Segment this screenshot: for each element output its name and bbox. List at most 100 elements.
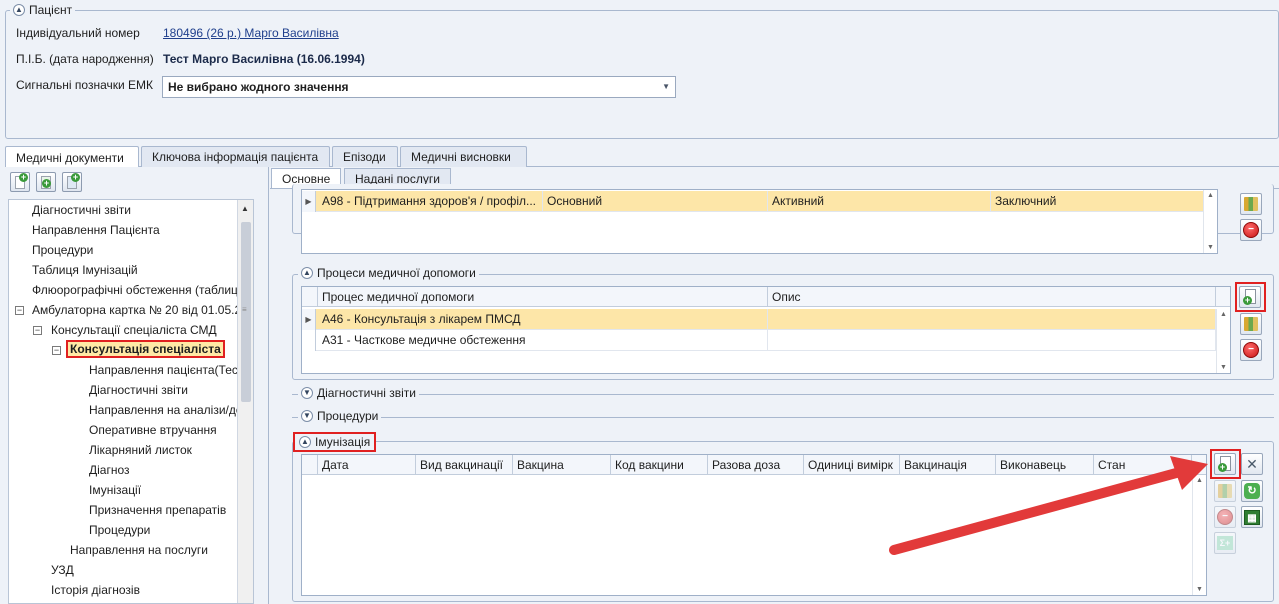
books-icon bbox=[1244, 317, 1258, 331]
diagnostic-reports-header[interactable]: ▼ Діагностичні звіти bbox=[298, 386, 419, 400]
tree-item[interactable]: Лікарняний листок bbox=[89, 443, 192, 457]
scroll-down-icon[interactable]: ▼ bbox=[1196, 586, 1203, 593]
delete-icon: − bbox=[1243, 222, 1259, 238]
documents-tree[interactable]: Діагностичні звіти Направлення Пацієнта … bbox=[8, 199, 254, 604]
scroll-down-icon[interactable]: ▼ bbox=[1207, 244, 1214, 251]
column-header[interactable]: Код вакцини bbox=[611, 455, 708, 475]
chevron-down-icon: ▼ bbox=[662, 82, 670, 91]
tree-item[interactable]: Історія діагнозів bbox=[51, 583, 140, 597]
scroll-down-icon[interactable]: ▼ bbox=[1220, 364, 1227, 371]
column-header[interactable]: Дата bbox=[318, 455, 416, 475]
delete-icon: − bbox=[1243, 342, 1259, 358]
spreadsheet-icon: ▦ bbox=[1244, 509, 1260, 525]
tree-item[interactable]: Діагноз bbox=[89, 463, 130, 477]
link-icon: ↻ bbox=[1244, 483, 1260, 499]
procedures-title: Процедури bbox=[317, 409, 379, 423]
episode-grid[interactable]: ▶ A98 - Підтримання здоров'я / профіл...… bbox=[301, 189, 1218, 254]
scroll-up-icon[interactable]: ▲ bbox=[1220, 311, 1227, 318]
collapse-node-icon[interactable]: − bbox=[33, 326, 42, 335]
immunization-title: Імунізація bbox=[315, 435, 371, 449]
row-indicator-icon: ▶ bbox=[302, 309, 316, 330]
tab-medical-conclusions[interactable]: Медичні висновки bbox=[400, 146, 527, 167]
table-cell bbox=[768, 309, 1216, 330]
link-button[interactable]: ↻ bbox=[1241, 480, 1263, 502]
immunization-header: ▲ Імунізація bbox=[293, 432, 377, 452]
documents-tree-panel: + + + Діагностичні звіти Направлення Пац… bbox=[5, 167, 269, 604]
delete-care-process-button[interactable]: − bbox=[1240, 339, 1262, 361]
delete-episode-button[interactable]: − bbox=[1240, 219, 1262, 241]
column-header[interactable]: Вид вакцинації bbox=[416, 455, 513, 475]
tree-item[interactable]: Направлення на аналізи/дослідження bbox=[89, 403, 253, 417]
column-header[interactable]: Разова доза bbox=[708, 455, 804, 475]
tree-item[interactable]: Процедури bbox=[32, 243, 93, 257]
plus-icon: + bbox=[71, 172, 80, 182]
collapse-node-icon[interactable]: − bbox=[15, 306, 24, 315]
settings-button[interactable]: ✕ bbox=[1241, 453, 1263, 475]
scroll-up-icon[interactable]: ▲ bbox=[241, 204, 249, 213]
column-header[interactable]: Опис bbox=[768, 287, 1216, 307]
care-processes-header: ▲ Процеси медичної допомоги bbox=[298, 266, 479, 280]
table-row[interactable]: ▶ A98 - Підтримання здоров'я / профіл...… bbox=[302, 191, 1217, 212]
tree-scrollbar[interactable]: ▲ ≡ bbox=[237, 200, 253, 603]
tree-item[interactable]: Діагностичні звіти bbox=[89, 383, 188, 397]
tab-episodes[interactable]: Епізоди bbox=[332, 146, 398, 167]
annotation-arrow-icon bbox=[889, 456, 1208, 555]
diagnostic-reports-line bbox=[292, 394, 1274, 395]
tree-item[interactable]: Діагностичні звіти bbox=[32, 203, 131, 217]
plus-icon: + bbox=[42, 178, 51, 188]
add-patient-doc-button[interactable]: + bbox=[62, 172, 82, 192]
table-row[interactable]: A31 - Часткове медичне обстеження bbox=[302, 330, 1230, 351]
diagnostic-reports-title: Діагностичні звіти bbox=[317, 386, 416, 400]
table-row[interactable]: ▶ A46 - Консультація з лікарем ПМСД bbox=[302, 309, 1230, 330]
add-document-button[interactable]: + bbox=[10, 172, 30, 192]
header-indicator bbox=[302, 455, 318, 475]
table-cell: A46 - Консультація з лікарем ПМСД bbox=[318, 309, 768, 330]
tree-item[interactable]: УЗД bbox=[51, 563, 74, 577]
care-processes-grid[interactable]: Процес медичної допомоги Опис ▶ A46 - Ко… bbox=[301, 286, 1231, 374]
tree-item[interactable]: Амбулаторна картка № 20 від 01.05.2020 bbox=[32, 303, 253, 317]
header-indicator bbox=[302, 287, 318, 307]
tree-item-selected[interactable]: Консультація спеціаліста bbox=[66, 340, 225, 358]
highlight-frame bbox=[1235, 282, 1266, 312]
tree-item[interactable]: Консультації спеціаліста СМД bbox=[51, 323, 217, 337]
tree-item[interactable]: Процедури bbox=[89, 523, 150, 537]
tree-item[interactable]: Направлення пацієнта(Тест) bbox=[89, 363, 247, 377]
column-header[interactable]: Вакцина bbox=[513, 455, 611, 475]
tree-item[interactable]: Оперативне втручання bbox=[89, 423, 217, 437]
patient-name-value: Тест Марго Василівна (16.06.1994) bbox=[163, 52, 365, 66]
open-episode-button[interactable] bbox=[1240, 193, 1262, 215]
scroll-up-icon[interactable]: ▲ bbox=[1207, 192, 1214, 199]
tab-key-info[interactable]: Ключова інформація пацієнта bbox=[141, 146, 330, 167]
tree-item[interactable]: Направлення на послуги bbox=[70, 543, 208, 557]
signals-dropdown[interactable]: Не вибрано жодного значення ▼ bbox=[162, 76, 676, 98]
table-cell: A31 - Часткове медичне обстеження bbox=[318, 330, 768, 351]
signals-label: Сигнальні позначки ЕМК bbox=[16, 78, 154, 92]
tree-item[interactable]: Направлення Пацієнта bbox=[32, 223, 160, 237]
collapse-node-icon[interactable]: − bbox=[52, 346, 61, 355]
tab-medical-documents[interactable]: Медичні документи bbox=[5, 146, 139, 168]
plus-icon: + bbox=[19, 172, 28, 182]
row-indicator-icon: ▶ bbox=[302, 191, 316, 212]
tree-item[interactable]: Призначення препаратів bbox=[89, 503, 226, 517]
grip-icon: ≡ bbox=[242, 305, 247, 314]
grid-scrollbar[interactable]: ▲ ▼ bbox=[1203, 190, 1217, 253]
patient-id-link[interactable]: 180496 (26 р.) Марго Василівна bbox=[163, 26, 339, 40]
tree-item[interactable]: Флюорографічні обстеження (таблиця) bbox=[32, 283, 248, 297]
books-icon bbox=[1244, 197, 1258, 211]
grid-scrollbar[interactable]: ▲ ▼ bbox=[1216, 309, 1230, 373]
collapse-icon[interactable]: ▲ bbox=[301, 267, 313, 279]
collapse-icon[interactable]: ▲ bbox=[299, 436, 311, 448]
open-care-process-button[interactable] bbox=[1240, 313, 1262, 335]
tree-item[interactable]: Таблиця Імунізацій bbox=[32, 263, 138, 277]
table-cell: A98 - Підтримання здоров'я / профіл... bbox=[318, 191, 543, 212]
column-header[interactable]: Процес медичної допомоги bbox=[318, 287, 768, 307]
expand-icon[interactable]: ▼ bbox=[301, 387, 313, 399]
add-record-button[interactable]: + bbox=[36, 172, 56, 192]
tree-item[interactable]: Імунізації bbox=[89, 483, 141, 497]
table-cell bbox=[768, 330, 1216, 351]
expand-icon[interactable]: ▼ bbox=[301, 410, 313, 422]
signals-dropdown-value: Не вибрано жодного значення bbox=[168, 80, 349, 94]
export-button[interactable]: ▦ bbox=[1241, 506, 1263, 528]
collapse-icon[interactable]: ▲ bbox=[13, 4, 25, 16]
procedures-header[interactable]: ▼ Процедури bbox=[298, 409, 382, 423]
